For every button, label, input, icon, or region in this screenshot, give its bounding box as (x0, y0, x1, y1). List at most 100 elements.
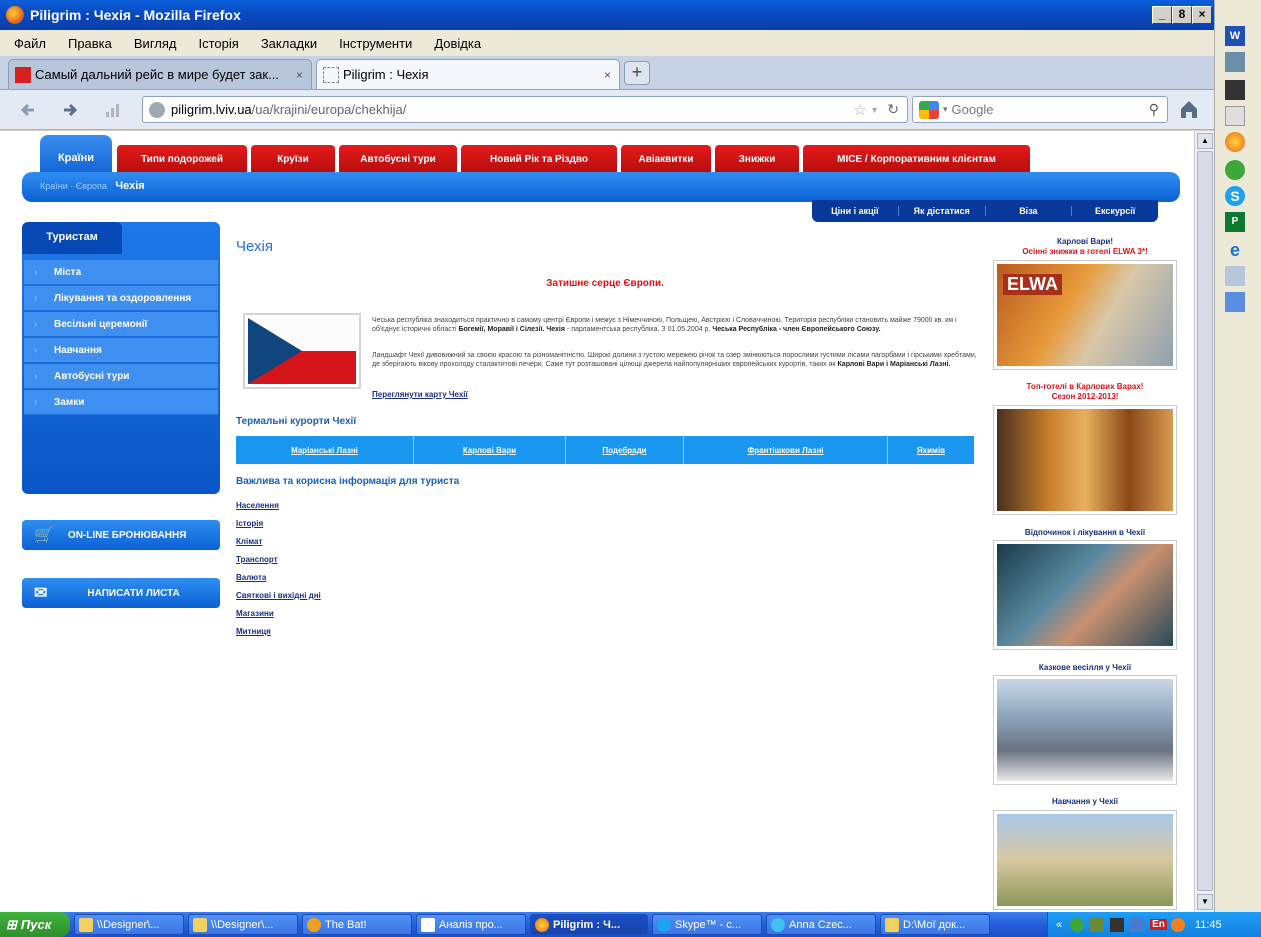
online-booking-button[interactable]: 🛒 ON-LINE БРОНЮВАННЯ (22, 520, 220, 550)
tray-update-icon[interactable] (1170, 917, 1185, 932)
menu-help[interactable]: Довідка (434, 36, 481, 51)
search-bar[interactable]: ▾ Google ⚲ (912, 96, 1168, 123)
tray-expand-icon[interactable]: « (1056, 919, 1062, 931)
taskbar-item-active[interactable]: Piligrim : Ч... (530, 914, 648, 935)
menu-view[interactable]: Вигляд (134, 36, 177, 51)
promo-image-education[interactable] (993, 810, 1177, 910)
reload-icon[interactable]: ↻ (887, 101, 899, 118)
resort-link[interactable]: Маріанські Лазні (236, 436, 414, 464)
nav-tab-new-year[interactable]: Новий Рік та Різдво (461, 145, 617, 173)
resort-link[interactable]: Подебради (566, 436, 684, 464)
address-bar[interactable]: piligrim.lviv.ua/ua/krajini/europa/chekh… (142, 96, 908, 123)
info-link[interactable]: Валюта (236, 573, 266, 582)
skype-icon[interactable]: S (1225, 186, 1245, 206)
resort-link[interactable]: Франтішкови Лазні (684, 436, 888, 464)
info-link[interactable]: Митниця (236, 627, 271, 636)
promo-title[interactable]: Відпочинок і лікування в Чехії (990, 528, 1180, 538)
promo-image-spa[interactable] (993, 540, 1177, 650)
maximize-button[interactable]: 8 (1172, 6, 1192, 24)
info-link[interactable]: Святкові і вихідні дні (236, 591, 321, 600)
nav-tab-bus-tours[interactable]: Автобусні тури (339, 145, 457, 173)
sidebar-item-education[interactable]: Навчання (24, 338, 218, 363)
taskbar-item[interactable]: D:\Мої док... (880, 914, 990, 935)
sidebar-item-treatment[interactable]: Лікування та оздоровлення (24, 286, 218, 311)
icq-tray-icon[interactable] (1070, 917, 1085, 932)
tab-close-icon[interactable]: × (604, 68, 611, 82)
tab-news[interactable]: Самый дальний рейс в мире будет зак... × (8, 59, 312, 89)
taskbar-item[interactable]: Skype™ - c... (652, 914, 762, 935)
sidebar-item-weddings[interactable]: Весільні церемонії (24, 312, 218, 337)
icq-icon[interactable] (1225, 160, 1245, 180)
vertical-scrollbar[interactable]: ▲ ▼ (1194, 131, 1214, 912)
menu-tools[interactable]: Інструменти (339, 36, 412, 51)
close-button[interactable]: × (1192, 6, 1212, 24)
subnav-prices[interactable]: Ціни і акції (812, 206, 899, 216)
nav-tab-cruises[interactable]: Круїзи (251, 145, 335, 173)
tray-app-icon[interactable] (1090, 917, 1105, 932)
back-arrow-icon[interactable] (18, 100, 38, 120)
resort-link[interactable]: Яхимів (888, 436, 974, 464)
menu-edit[interactable]: Правка (68, 36, 112, 51)
promo-title[interactable]: Казкове весілля у Чехії (990, 663, 1180, 673)
tray-x-icon[interactable] (1110, 917, 1125, 932)
start-button[interactable]: ⊞ Пуск (0, 912, 70, 937)
language-indicator[interactable]: En (1150, 919, 1167, 930)
taskbar-item[interactable]: \\Designer\... (188, 914, 298, 935)
promo-image-hotels[interactable] (993, 405, 1177, 515)
taskbar-item[interactable]: Anna Czec... (766, 914, 876, 935)
nav-tab-discounts[interactable]: Знижки (715, 145, 799, 173)
promo-title[interactable]: Карлові Вари! Осінні знижки в готелі ELW… (990, 237, 1180, 257)
google-icon[interactable] (919, 100, 939, 119)
resort-link[interactable]: Карлові Вари (414, 436, 566, 464)
info-link[interactable]: Магазини (236, 609, 274, 618)
tab-close-icon[interactable]: × (296, 68, 303, 82)
tab-piligrim[interactable]: Piligrim : Чехія × (316, 59, 620, 89)
app-icon[interactable] (1225, 52, 1245, 72)
info-link[interactable]: Населення (236, 501, 279, 510)
scroll-thumb[interactable] (1197, 151, 1213, 891)
sidebar-item-cities[interactable]: Міста (24, 260, 218, 285)
nav-tab-trip-types[interactable]: Типи подорожей (117, 145, 247, 173)
bookmark-star-icon[interactable]: ☆ (854, 101, 867, 119)
promo-image-wedding[interactable] (993, 675, 1177, 785)
ie-icon[interactable]: e (1225, 240, 1245, 260)
promo-image-elwa[interactable]: ELWA (993, 260, 1177, 370)
doc-icon[interactable] (1225, 266, 1245, 286)
project-icon[interactable]: P (1225, 212, 1245, 232)
breadcrumb-countries[interactable]: Країни (40, 181, 68, 191)
taskbar-item[interactable]: The Bat! (302, 914, 412, 935)
media-icon[interactable] (1225, 80, 1245, 100)
menu-history[interactable]: Історія (199, 36, 239, 51)
new-tab-button[interactable]: + (624, 61, 650, 85)
breadcrumb-europe[interactable]: Європа (76, 181, 107, 191)
scroll-up-icon[interactable]: ▲ (1197, 133, 1213, 149)
sidebar-item-castles[interactable]: Замки (24, 390, 218, 415)
dropdown-arrow-icon[interactable]: ▼ (870, 105, 879, 115)
minimize-button[interactable]: _ (1152, 6, 1172, 24)
menu-file[interactable]: Файл (14, 36, 46, 51)
subnav-visa[interactable]: Віза (986, 206, 1073, 216)
scroll-down-icon[interactable]: ▼ (1197, 894, 1213, 910)
forward-arrow-icon[interactable] (60, 100, 80, 120)
sidebar-item-bus-tours[interactable]: Автобусні тури (24, 364, 218, 389)
promo-title[interactable]: Навчання у Чехії (990, 797, 1180, 807)
word-icon[interactable]: W (1225, 26, 1245, 46)
nav-tab-flights[interactable]: Авіаквитки (621, 145, 711, 173)
write-letter-button[interactable]: ✉ НАПИСАТИ ЛИСТА (22, 578, 220, 608)
search-icon[interactable]: ⚲ (1149, 101, 1159, 118)
outlook-icon[interactable] (1225, 292, 1245, 312)
nav-tab-mice[interactable]: MICE / Корпоративним клієнтам (803, 145, 1030, 173)
home-icon[interactable] (1178, 98, 1200, 120)
taskbar-item[interactable]: Аналіз про... (416, 914, 526, 935)
promo-title[interactable]: Топ-готелі в Карлових Варах! Сезон 2012-… (990, 382, 1180, 402)
map-link[interactable]: Переглянути карту Чехії (372, 390, 468, 399)
subnav-excursions[interactable]: Екскурсії (1072, 206, 1158, 216)
tray-network-icon[interactable] (1130, 917, 1145, 932)
menu-bookmarks[interactable]: Закладки (261, 36, 317, 51)
firefox-launch-icon[interactable] (1225, 132, 1245, 152)
subnav-how-to-get[interactable]: Як дістатися (899, 206, 986, 216)
info-link[interactable]: Транспорт (236, 555, 278, 564)
dropdown-arrow-icon[interactable]: ▾ (943, 104, 948, 115)
info-link[interactable]: Історія (236, 519, 263, 528)
info-link[interactable]: Клімат (236, 537, 262, 546)
